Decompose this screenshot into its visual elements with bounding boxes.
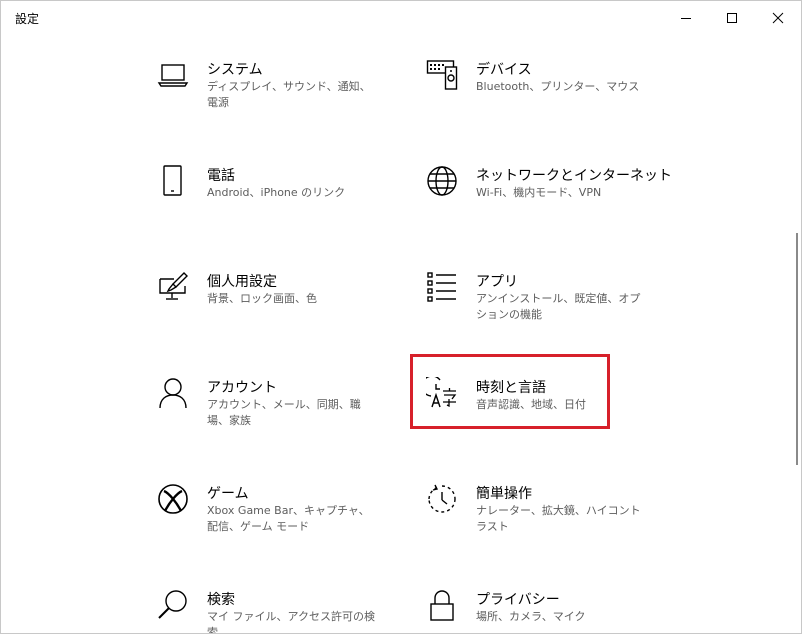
tile-title: デバイス [476,62,532,78]
tile-description: ディスプレイ、サウンド、通知、電源 [207,80,371,109]
maximize-button[interactable] [709,1,755,34]
devices-icon [426,59,458,95]
tile-apps[interactable]: アプリ アンインストール、既定値、オプションの機能 [426,271,676,341]
lock-icon [426,589,458,625]
tile-accounts[interactable]: アカウント アカウント、メール、同期、職場、家族 [157,377,407,447]
phone-icon [157,165,189,201]
settings-window: 設定 システム ディスプレイ、サウンド、通知、電源 デバイス Bluetooth… [0,0,802,634]
tile-description: Bluetooth、プリンター、マウス [476,80,640,93]
ease-of-access-icon [426,483,458,519]
tile-title: プライバシー [476,592,560,608]
tile-title: アカウント [207,380,277,396]
tile-title: ネットワークとインターネット [476,168,672,184]
window-title: 設定 [15,12,40,26]
xbox-icon [157,483,189,519]
tile-system[interactable]: システム ディスプレイ、サウンド、通知、電源 [157,59,407,129]
close-button[interactable] [755,1,801,34]
tile-ease-of-access[interactable]: 簡単操作 ナレーター、拡大鏡、ハイコントラスト [426,483,676,553]
maximize-icon [727,12,737,23]
minimize-button[interactable] [663,1,709,34]
tile-title: 簡単操作 [476,486,532,502]
title-bar: 設定 [1,1,801,34]
close-icon [772,12,784,23]
tile-devices[interactable]: デバイス Bluetooth、プリンター、マウス [426,59,676,129]
tile-description: アンインストール、既定値、オプションの機能 [476,292,641,321]
tile-description: Wi-Fi、機内モード、VPN [476,186,602,199]
tile-description: マイ ファイル、アクセス許可の検索 [207,610,375,634]
tile-title: ゲーム [207,486,249,502]
search-icon [157,589,189,625]
tile-personalization[interactable]: 個人用設定 背景、ロック画面、色 [157,271,407,341]
scrollbar-thumb[interactable] [796,233,798,465]
laptop-icon [157,59,189,95]
person-icon [157,377,189,413]
tile-title: 個人用設定 [207,274,277,290]
personalization-icon [157,271,189,307]
tile-title: 検索 [207,592,235,608]
tile-network[interactable]: ネットワークとインターネット Wi-Fi、機内モード、VPN [426,165,676,235]
tile-title: システム [207,62,263,78]
minimize-icon [681,17,691,19]
tile-description: Android、iPhone のリンク [207,186,346,199]
tile-gaming[interactable]: ゲーム Xbox Game Bar、キャプチャ、配信、ゲーム モード [157,483,407,553]
tile-description: ナレーター、拡大鏡、ハイコントラスト [476,504,641,533]
tile-description: 場所、カメラ、マイク [476,610,586,623]
globe-icon [426,165,458,201]
tile-description: 背景、ロック画面、色 [207,292,317,305]
highlight-box [410,354,610,429]
tile-description: Xbox Game Bar、キャプチャ、配信、ゲーム モード [207,504,370,533]
apps-list-icon [426,271,458,307]
tile-title: 電話 [207,168,235,184]
tile-phone[interactable]: 電話 Android、iPhone のリンク [157,165,407,235]
tile-privacy[interactable]: プライバシー 場所、カメラ、マイク [426,589,676,633]
tile-search[interactable]: 検索 マイ ファイル、アクセス許可の検索 [157,589,407,634]
tile-title: アプリ [476,274,518,290]
tile-description: アカウント、メール、同期、職場、家族 [207,398,361,427]
